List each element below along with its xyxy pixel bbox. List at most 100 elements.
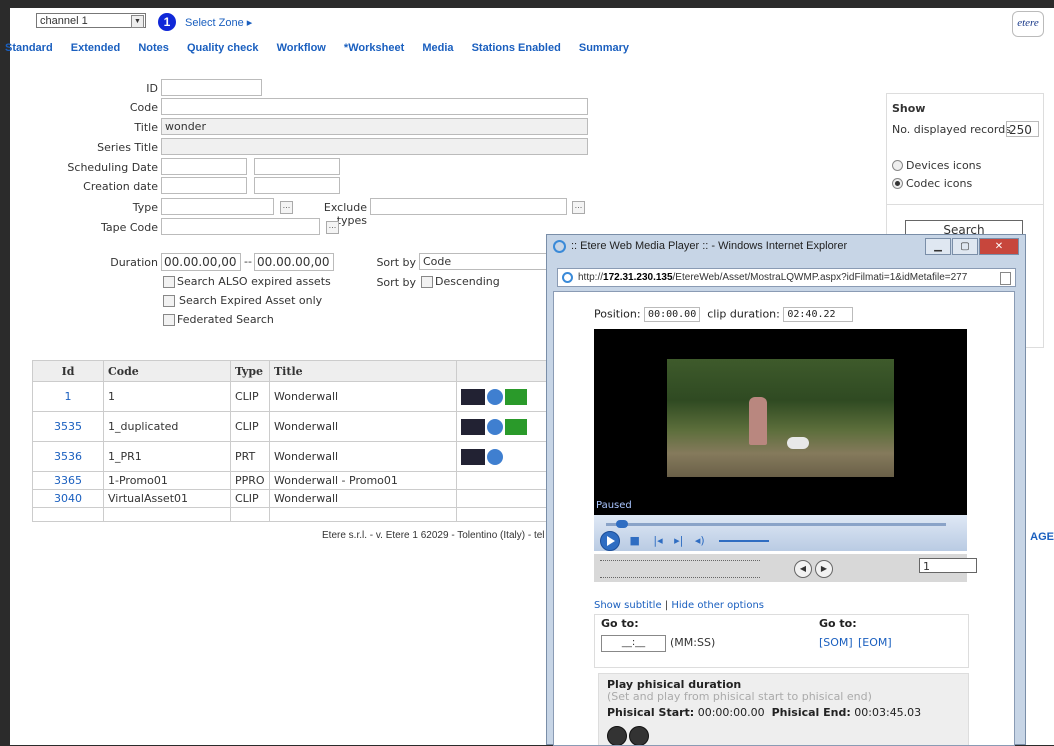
goto-label: Go to: <box>601 617 639 630</box>
duration-from-field[interactable]: 00.00.00,00 <box>161 253 241 271</box>
title-field[interactable]: wonder <box>161 118 588 135</box>
tab-worksheet[interactable]: *Worksheet <box>344 42 404 54</box>
prev-icon[interactable]: |◂ <box>653 534 662 547</box>
col-code[interactable]: Code <box>103 360 231 382</box>
tab-summary[interactable]: Summary <box>579 42 629 54</box>
row-id-link[interactable]: 3040 <box>32 489 104 508</box>
table-row[interactable]: 3040 VirtualAsset01 CLIP Wonderwall <box>32 489 561 508</box>
next-frame-icon[interactable]: ▶ <box>815 560 833 578</box>
channel-select[interactable]: channel 1 ▼ <box>36 13 146 28</box>
row-id-link[interactable]: 3536 <box>32 441 104 472</box>
scheduling-date-label: Scheduling Date <box>67 161 158 174</box>
position-field[interactable]: 00:00.00 <box>644 307 701 322</box>
option-links: Show subtitle | Hide other options <box>594 600 764 611</box>
ie-icon <box>553 240 566 253</box>
tab-standard[interactable]: Standard <box>5 42 53 54</box>
stop-icon[interactable]: ■ <box>630 534 640 547</box>
mxf-icon[interactable] <box>461 388 485 405</box>
table-row[interactable]: 3365 1-Promo01 PPRO Wonderwall - Promo01 <box>32 471 561 490</box>
row-type: CLIP <box>230 381 270 412</box>
show-subtitle-link[interactable]: Show subtitle <box>594 600 662 611</box>
series-title-field[interactable] <box>161 138 588 155</box>
codec-icons-radio[interactable] <box>892 178 903 189</box>
tape-code-browse-button[interactable]: ... <box>326 221 339 234</box>
etere-logo: etere <box>1012 11 1044 37</box>
sea-icon[interactable] <box>505 418 527 435</box>
prev-frame-icon[interactable]: ◀ <box>794 560 812 578</box>
download-icon[interactable] <box>487 448 503 465</box>
page-icon[interactable] <box>1000 272 1011 285</box>
frame-nav-bar: ◀ ▶ 1 <box>594 554 977 582</box>
transport-controls: ■ |◂ ▸| ◂) <box>600 531 705 551</box>
show-title: Show <box>892 102 926 115</box>
col-type[interactable]: Type <box>230 360 270 382</box>
sort-by-label: Sort by <box>376 256 416 269</box>
row-id-link[interactable]: 3535 <box>32 411 104 442</box>
tab-workflow[interactable]: Workflow <box>277 42 326 54</box>
row-id-link[interactable]: 1 <box>32 381 104 412</box>
devices-icons-label: Devices icons <box>906 159 982 172</box>
type-field[interactable] <box>161 198 274 215</box>
duration-to-field[interactable]: 00.00.00,00 <box>254 253 334 271</box>
scheduling-date-to[interactable] <box>254 158 340 175</box>
sort-by-select[interactable]: Code <box>419 253 559 270</box>
physical-play-icon[interactable] <box>607 726 627 745</box>
col-id[interactable]: Id <box>32 360 104 382</box>
download-icon[interactable] <box>487 388 503 405</box>
ie-page-icon <box>562 272 573 283</box>
goto-time-field[interactable]: __:__ <box>601 635 666 652</box>
minimize-button[interactable]: ▁ <box>925 238 951 255</box>
video-area[interactable] <box>594 329 967 515</box>
type-browse-button[interactable]: ... <box>280 201 293 214</box>
mxf-icon[interactable] <box>461 448 485 465</box>
displayed-records-field[interactable]: 250 <box>1006 121 1039 137</box>
row-id-link[interactable]: 3365 <box>32 471 104 490</box>
search-expired-only-checkbox[interactable] <box>163 295 175 307</box>
volume-slider[interactable] <box>719 540 769 542</box>
col-title[interactable]: Title <box>269 360 457 382</box>
next-icon[interactable]: ▸| <box>674 534 683 547</box>
download-icon[interactable] <box>487 418 503 435</box>
id-field[interactable] <box>161 79 262 96</box>
federated-search-checkbox[interactable] <box>163 314 175 326</box>
chevron-down-icon[interactable]: ▼ <box>131 15 144 28</box>
maximize-button[interactable]: ▢ <box>952 238 978 255</box>
position-row: Position: 00:00.00 clip duration: 02:40.… <box>594 307 854 322</box>
exclude-types-field[interactable] <box>370 198 567 215</box>
close-button[interactable]: ✕ <box>979 238 1019 255</box>
tape-code-field[interactable] <box>161 218 320 235</box>
sea-icon[interactable] <box>505 388 527 405</box>
volume-icon[interactable]: ◂) <box>695 534 705 547</box>
physical-stop-icon[interactable] <box>629 726 649 745</box>
select-zone-link[interactable]: Select Zone ▸ <box>185 16 252 29</box>
creation-date-to[interactable] <box>254 177 340 194</box>
search-also-expired-checkbox[interactable] <box>163 276 175 288</box>
row-code: VirtualAsset01 <box>103 489 231 508</box>
scheduling-date-from[interactable] <box>161 158 247 175</box>
play-icon[interactable] <box>600 531 620 551</box>
table-row[interactable]: 3535 1_duplicated CLIP Wonderwall <box>32 411 561 442</box>
devices-icons-radio[interactable] <box>892 160 903 171</box>
address-bar[interactable]: http://172.31.230.135/EtereWeb/Asset/Mos… <box>557 268 1016 287</box>
tab-media[interactable]: Media <box>422 42 453 54</box>
frame-field[interactable]: 1 <box>919 558 977 573</box>
descending-checkbox[interactable] <box>421 276 433 288</box>
tab-notes[interactable]: Notes <box>138 42 169 54</box>
exclude-types-browse-button[interactable]: ... <box>572 201 585 214</box>
creation-date-from[interactable] <box>161 177 247 194</box>
eom-link[interactable]: [EOM] <box>858 636 892 649</box>
tab-extended[interactable]: Extended <box>71 42 121 54</box>
hide-other-options-link[interactable]: Hide other options <box>671 600 764 611</box>
code-field[interactable] <box>161 98 588 115</box>
seek-knob[interactable] <box>616 520 628 528</box>
tab-quality-check[interactable]: Quality check <box>187 42 259 54</box>
tab-stations-enabled[interactable]: Stations Enabled <box>472 42 561 54</box>
mxf-icon[interactable] <box>461 418 485 435</box>
frame-ticks[interactable] <box>600 560 760 578</box>
som-link[interactable]: [SOM] <box>819 636 853 649</box>
duration-label: Duration <box>110 256 158 269</box>
table-row[interactable]: 1 1 CLIP Wonderwall <box>32 381 561 412</box>
seek-bar[interactable] <box>606 520 946 528</box>
footer-age-link[interactable]: AGE <box>1030 531 1054 543</box>
table-row[interactable]: 3536 1_PR1 PRT Wonderwall <box>32 441 561 472</box>
